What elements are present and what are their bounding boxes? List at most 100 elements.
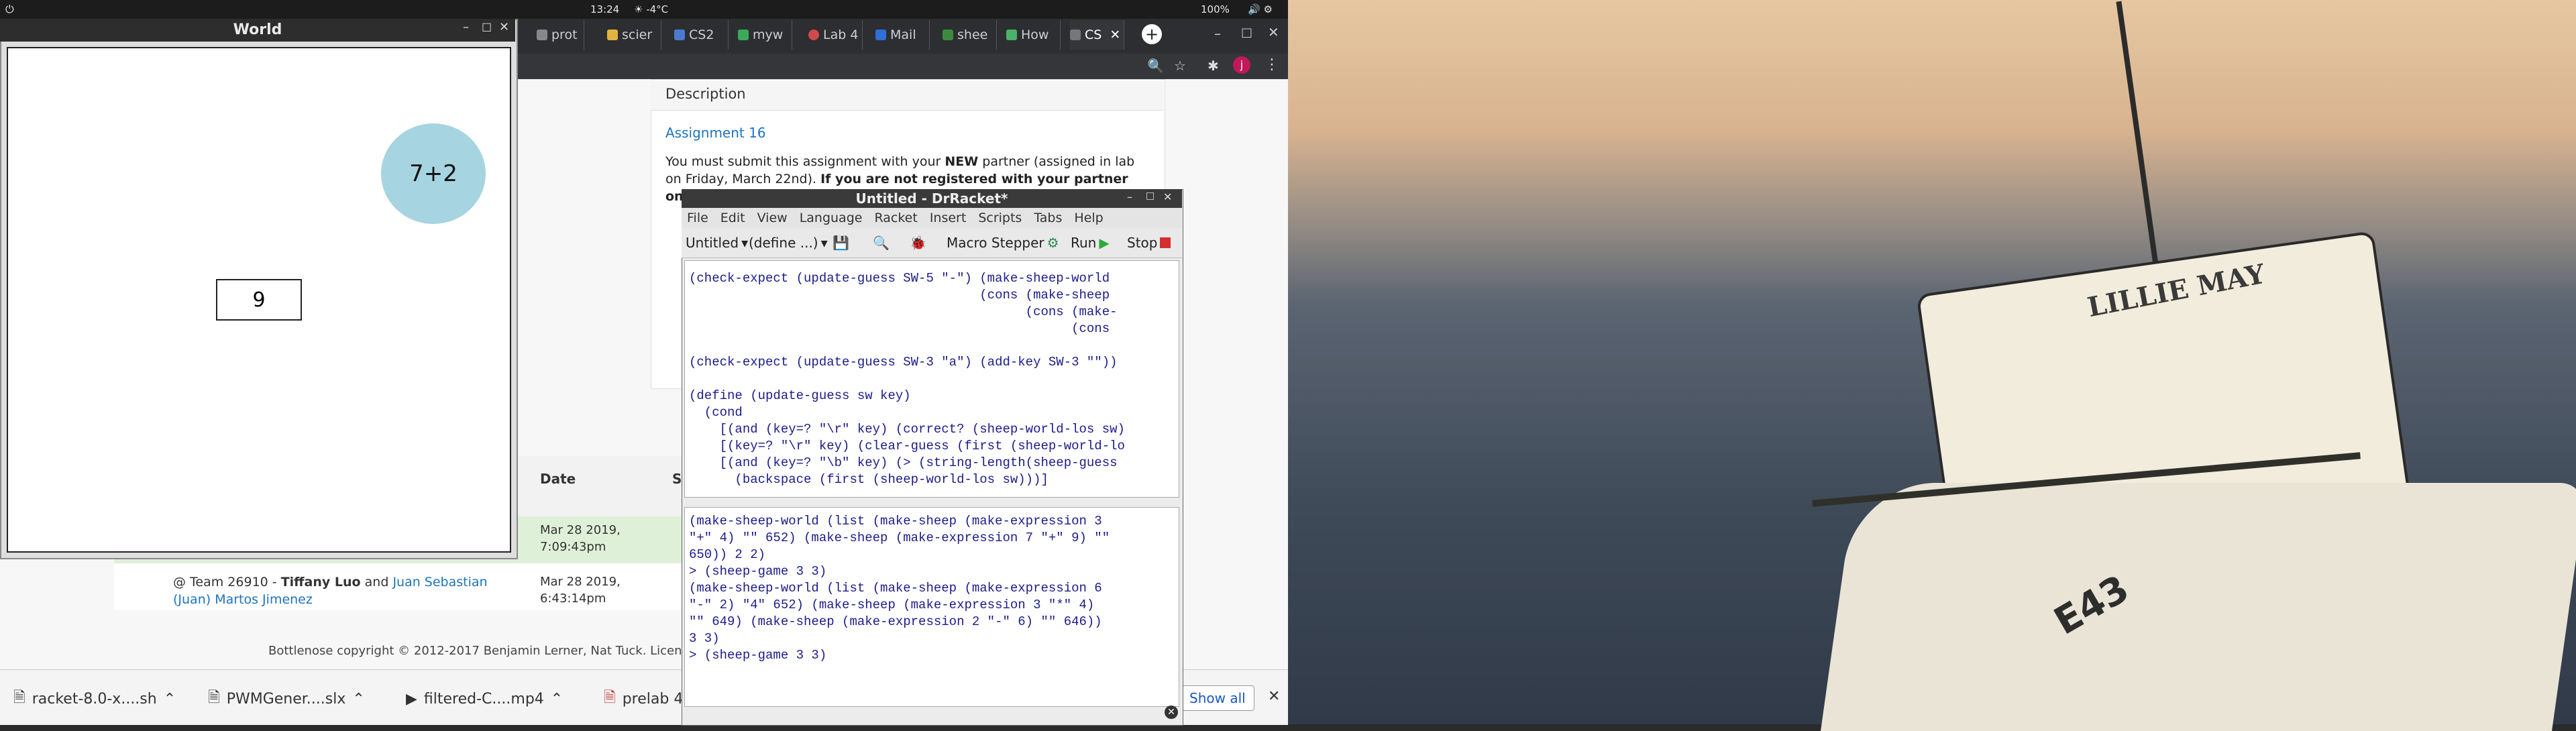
menu-view[interactable]: View bbox=[757, 211, 788, 225]
battery-level[interactable]: 100% bbox=[1201, 3, 1230, 15]
world-minimize-icon[interactable]: – bbox=[463, 20, 469, 34]
world-close-icon[interactable]: ✕ bbox=[499, 20, 509, 34]
interactions-code: (make-sheep-world (list (make-sheep (mak… bbox=[689, 514, 1110, 663]
tab-3[interactable]: CS2 bbox=[674, 20, 729, 50]
save-icon[interactable]: 💾 bbox=[833, 235, 849, 251]
file-icon: 🗎 bbox=[13, 689, 25, 706]
close-tab-icon[interactable]: ✕ bbox=[1110, 27, 1120, 42]
description-heading-text: Description bbox=[665, 86, 746, 102]
tab-favicon-icon bbox=[1070, 30, 1081, 40]
download-label: filtered-C....mp4 bbox=[423, 690, 544, 708]
zoom-icon[interactable]: 🔍 bbox=[1147, 58, 1164, 74]
debug-icon[interactable]: 🐞 bbox=[910, 235, 926, 251]
menu-help[interactable]: Help bbox=[1074, 211, 1103, 225]
maximize-icon[interactable]: □ bbox=[1241, 25, 1252, 40]
define-selector[interactable]: (define ...) ▾ bbox=[749, 235, 828, 251]
footer-text: Bottlenose copyright © 2012-2017 Benjami… bbox=[268, 644, 704, 658]
chevron-up-icon[interactable]: ⌃ bbox=[164, 691, 176, 708]
tab-7[interactable]: shee bbox=[943, 20, 997, 50]
tab-label: prot bbox=[551, 27, 578, 42]
menu-language[interactable]: Language bbox=[800, 211, 863, 225]
avatar[interactable]: j bbox=[1233, 56, 1250, 74]
menu-scripts[interactable]: Scripts bbox=[978, 211, 1022, 225]
drracket-toolbar: Untitled ▾ (define ...) ▾ 💾 🔍 🐞 Macro Step… bbox=[682, 228, 1182, 258]
tab-1[interactable]: prot bbox=[537, 20, 584, 50]
paragraph-bold: NEW bbox=[945, 154, 979, 169]
weather[interactable]: ☀ -4°C bbox=[634, 3, 668, 15]
tab-6[interactable]: Mail bbox=[875, 20, 930, 50]
macro-stepper-label: Macro Stepper bbox=[947, 235, 1044, 251]
interactions-pane[interactable]: (make-sheep-world (list (make-sheep (mak… bbox=[684, 507, 1179, 707]
macro-stepper-button[interactable]: Macro Stepper ⚙ bbox=[947, 235, 1059, 251]
check-syntax-icon[interactable]: 🔍 bbox=[873, 235, 890, 251]
tab-label: CS2 bbox=[689, 27, 714, 42]
menu-edit[interactable]: Edit bbox=[720, 211, 745, 225]
macro-stepper-icon: ⚙ bbox=[1046, 235, 1059, 251]
minimize-icon[interactable]: – bbox=[1214, 25, 1221, 42]
tab-label: scier bbox=[622, 27, 653, 42]
world-maximize-icon[interactable]: □ bbox=[482, 20, 492, 33]
run-button[interactable]: Run ▶ bbox=[1071, 235, 1110, 251]
definitions-code: (check-expect (update-guess SW-5 "-") (m… bbox=[689, 271, 1125, 487]
download-item[interactable]: 🗎 PWMGener....slx ⌃ bbox=[208, 684, 365, 714]
download-item[interactable]: 🗎 racket-8.0-x....sh ⌃ bbox=[13, 684, 176, 714]
menu-file[interactable]: File bbox=[687, 211, 708, 225]
tab-favicon-icon bbox=[607, 30, 618, 40]
drracket-close-icon[interactable]: ✕ bbox=[1163, 190, 1172, 203]
new-tab-button[interactable]: + bbox=[1142, 24, 1162, 44]
system-tray-icons[interactable]: 🔊 ⚙ bbox=[1248, 3, 1273, 15]
team-member: Tiffany Luo bbox=[280, 575, 361, 589]
drracket-minimize-icon[interactable]: – bbox=[1127, 190, 1132, 203]
file-selector[interactable]: Untitled ▾ bbox=[686, 235, 748, 251]
tab-favicon-icon bbox=[738, 30, 749, 40]
download-item[interactable]: 🗎 prelab 4 bbox=[604, 684, 683, 714]
tab-2[interactable]: scier bbox=[607, 20, 661, 50]
tab-label: shee bbox=[957, 27, 988, 42]
define-selector-label: (define ...) bbox=[749, 235, 818, 251]
tab-label: myw bbox=[753, 27, 784, 42]
tab-8[interactable]: How bbox=[1006, 20, 1061, 50]
tab-5[interactable]: Lab 4 bbox=[808, 20, 863, 50]
boat-hull bbox=[1821, 483, 2576, 731]
row-team: @ Team 26910 - Tiffany Luo and Juan Seba… bbox=[173, 573, 522, 608]
stop-icon bbox=[1160, 237, 1171, 248]
download-item[interactable]: ▶ filtered-C....mp4 ⌃ bbox=[406, 684, 563, 714]
tab-favicon-icon bbox=[1006, 30, 1017, 40]
stop-button[interactable]: Stop bbox=[1127, 235, 1171, 251]
tab-active[interactable]: CS ✕ bbox=[1070, 20, 1124, 50]
menu-racket[interactable]: Racket bbox=[874, 211, 917, 225]
assignment-link[interactable]: Assignment 16 bbox=[665, 125, 766, 141]
team-and: and bbox=[364, 575, 389, 589]
world-title: World bbox=[0, 19, 515, 42]
download-label: prelab 4 bbox=[622, 690, 684, 708]
top-panel: ⏻ 13:24 ☀ -4°C 100% 🔊 ⚙ bbox=[0, 0, 1288, 19]
tab-label: Mail bbox=[890, 27, 916, 42]
close-downloads-icon[interactable]: ✕ bbox=[1268, 688, 1280, 705]
extensions-icon[interactable]: ✱ bbox=[1208, 58, 1219, 74]
clear-icon[interactable]: ✕ bbox=[1165, 706, 1178, 719]
clock[interactable]: 13:24 bbox=[590, 3, 619, 15]
pdf-file-icon: 🗎 bbox=[604, 689, 616, 706]
row-date: Mar 28 2019, 7:09:43pm bbox=[540, 523, 621, 554]
file-selector-label: Untitled bbox=[686, 235, 739, 251]
drracket-menubar: File Edit View Language Racket Insert Sc… bbox=[682, 208, 1182, 228]
definitions-pane[interactable]: (check-expect (update-guess SW-5 "-") (m… bbox=[684, 260, 1179, 498]
menu-tabs[interactable]: Tabs bbox=[1034, 211, 1062, 225]
run-label: Run bbox=[1071, 235, 1097, 251]
column-status: S bbox=[672, 471, 682, 487]
download-label: racket-8.0-x....sh bbox=[32, 690, 157, 708]
tab-4[interactable]: myw bbox=[738, 20, 792, 50]
file-icon: 🗎 bbox=[208, 689, 220, 706]
menu-insert[interactable]: Insert bbox=[930, 211, 967, 225]
bookmark-star-icon[interactable]: ☆ bbox=[1174, 58, 1186, 74]
chevron-up-icon[interactable]: ⌃ bbox=[352, 691, 364, 708]
row-date: Mar 28 2019, 6:43:14pm bbox=[540, 575, 621, 606]
paragraph-text: You must submit this assignment with you… bbox=[665, 154, 941, 169]
menu-kebab-icon[interactable]: ⋮ bbox=[1265, 56, 1279, 73]
show-all-button[interactable]: Show all bbox=[1181, 685, 1254, 711]
tab-label: CS bbox=[1085, 27, 1102, 42]
drracket-maximize-icon[interactable]: □ bbox=[1146, 190, 1155, 201]
power-icon[interactable]: ⏻ bbox=[5, 3, 14, 16]
chevron-up-icon[interactable]: ⌃ bbox=[551, 691, 563, 708]
close-window-icon[interactable]: ✕ bbox=[1268, 24, 1279, 40]
